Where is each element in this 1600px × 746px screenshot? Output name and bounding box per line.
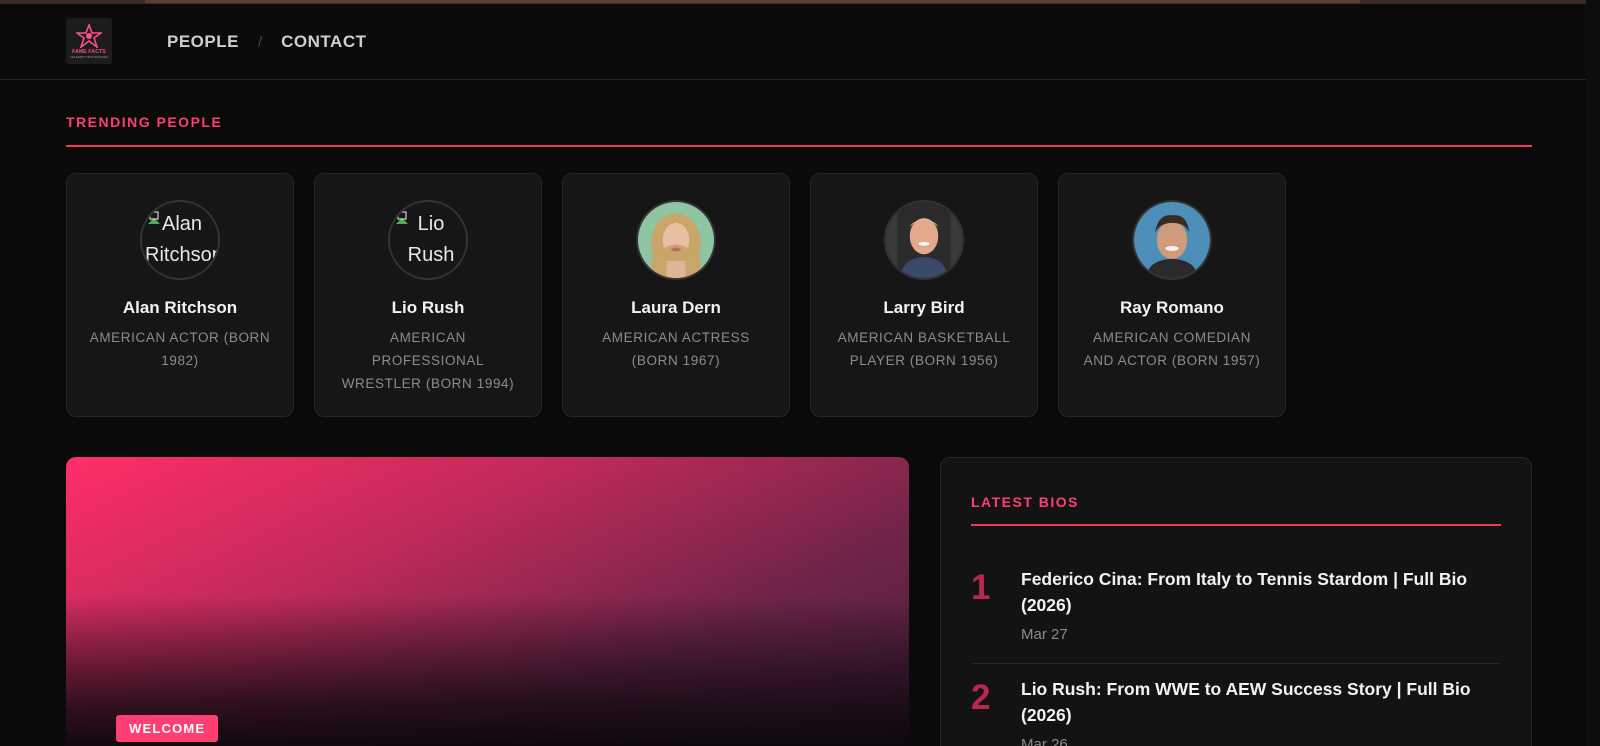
nav-contact[interactable]: CONTACT bbox=[281, 32, 366, 52]
broken-image-icon bbox=[396, 211, 408, 224]
bio-date: Mar 27 bbox=[1021, 626, 1068, 643]
bio-rank: 2 bbox=[971, 678, 991, 717]
page-scrollbar[interactable] bbox=[1586, 0, 1600, 746]
person-name: Laura Dern bbox=[631, 298, 721, 317]
bio-title-link[interactable]: Lio Rush: From WWE to AEW Success Story … bbox=[1021, 676, 1501, 728]
portrait-ray-romano bbox=[1134, 202, 1210, 278]
person-card-larry-bird[interactable]: Larry Bird AMERICAN BASKETBALL PLAYER (B… bbox=[810, 173, 1038, 417]
latest-bios-title: LATEST BIOS bbox=[971, 494, 1080, 510]
person-card-ray-romano[interactable]: Ray Romano AMERICAN COMEDIAN AND ACTOR (… bbox=[1058, 173, 1286, 417]
avatar bbox=[1132, 200, 1212, 280]
trending-divider bbox=[66, 145, 1532, 147]
nav-people[interactable]: PEOPLE bbox=[167, 32, 239, 52]
portrait-laura-dern bbox=[638, 202, 714, 278]
latest-bios-divider bbox=[971, 524, 1501, 526]
person-description: AMERICAN COMEDIAN AND ACTOR (BORN 1957) bbox=[1083, 330, 1261, 368]
main-nav: PEOPLE / CONTACT bbox=[167, 32, 366, 52]
person-description: AMERICAN BASKETBALL PLAYER (BORN 1956) bbox=[837, 330, 1011, 368]
bio-rank: 1 bbox=[971, 568, 991, 607]
person-description: AMERICAN PROFESSIONAL WRESTLER (BORN 199… bbox=[341, 330, 515, 391]
person-description: AMERICAN ACTRESS (BORN 1967) bbox=[602, 330, 750, 368]
person-name: Larry Bird bbox=[883, 298, 965, 317]
portrait-larry-bird bbox=[886, 202, 962, 278]
trending-title: TRENDING PEOPLE bbox=[66, 114, 223, 130]
trending-cards: Alan Ritchson Alan Ritchson AMERICAN ACT… bbox=[66, 173, 1286, 417]
bio-divider bbox=[971, 663, 1501, 664]
broken-image-icon bbox=[148, 211, 160, 224]
bio-date: Mar 26 bbox=[1021, 736, 1068, 746]
logo-subtext: CELEBRITY BIOGRAPHIES bbox=[69, 54, 109, 59]
person-card-lio-rush[interactable]: Lio Rush Lio Rush AMERICAN PROFESSIONAL … bbox=[314, 173, 542, 417]
site-header: FAME FACTS CELEBRITY BIOGRAPHIES PEOPLE … bbox=[0, 4, 1586, 80]
person-description: AMERICAN ACTOR (BORN 1982) bbox=[89, 330, 271, 368]
avatar: Alan Ritchson bbox=[140, 200, 220, 280]
avatar bbox=[884, 200, 964, 280]
hero-banner[interactable]: WELCOME bbox=[66, 457, 909, 746]
avatar bbox=[636, 200, 716, 280]
person-name: Ray Romano bbox=[1120, 298, 1224, 317]
person-name: Lio Rush bbox=[391, 298, 465, 317]
nav-separator: / bbox=[257, 33, 263, 51]
person-name: Alan Ritchson bbox=[122, 298, 238, 317]
welcome-badge: WELCOME bbox=[116, 715, 219, 742]
avatar: Lio Rush bbox=[388, 200, 468, 280]
person-card-alan-ritchson[interactable]: Alan Ritchson Alan Ritchson AMERICAN ACT… bbox=[66, 173, 294, 417]
logo-star-icon bbox=[76, 23, 102, 48]
person-card-laura-dern[interactable]: Laura Dern AMERICAN ACTRESS (BORN 1967) bbox=[562, 173, 790, 417]
bio-title-link[interactable]: Federico Cina: From Italy to Tennis Star… bbox=[1021, 566, 1501, 618]
latest-bios-panel: LATEST BIOS 1 Federico Cina: From Italy … bbox=[940, 457, 1532, 746]
site-logo[interactable]: FAME FACTS CELEBRITY BIOGRAPHIES bbox=[66, 18, 112, 64]
